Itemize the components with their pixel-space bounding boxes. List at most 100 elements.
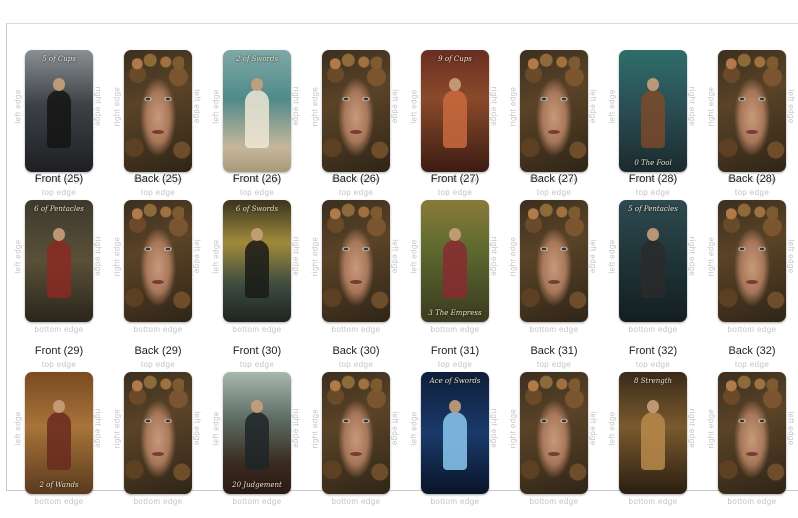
left-edge-label: left edge [211,411,221,446]
card-back-image[interactable] [718,50,786,172]
bottom-edge-label: bottom edge [430,497,480,506]
print-sheet: bottom edge left edge 5 of Cups right edge b… [6,23,798,506]
right-edge-label: right edge [93,408,103,449]
card-title: Back (25) [134,173,182,185]
left-edge-label: left edge [409,411,419,446]
card-figure-head [53,400,65,413]
back-mouth [152,452,164,456]
card-front-image[interactable]: 6 of Swords [223,200,291,322]
left-edge-label: left edge [192,239,202,274]
right-edge-label: right edge [706,408,716,449]
right-edge-label: right edge [310,408,320,449]
card-figure [443,90,467,148]
back-mouth [746,452,758,456]
card-front-image[interactable]: 8 Strength [619,372,687,494]
card-front-image[interactable]: Ace of Swords [421,372,489,494]
card-front-cell: bottom edge left edge 0 The Fool right edge [607,24,697,196]
card-front-image[interactable]: 20 Judgement [223,372,291,494]
top-edge-label: top edge [437,360,473,369]
card-name-label: 2 of Swords [235,55,279,63]
back-crown [330,203,382,221]
card-name-label: 2 of Wands [39,481,79,489]
card-back-image[interactable] [322,50,390,172]
left-edge-label: left edge [192,89,202,124]
card-front-cell: Front (30) top edge bottom edge left edge 20… [211,345,301,518]
left-edge-label: left edge [607,89,617,124]
card-title: Back (28) [728,173,776,185]
left-edge-label: left edge [588,411,598,446]
card-back-image[interactable] [322,200,390,322]
card-front-image[interactable]: 2 of Swords [223,50,291,172]
card-figure-head [53,78,65,91]
back-eyes [735,96,769,102]
right-edge-label: right edge [112,86,122,127]
card-name-label: 20 Judgement [232,481,282,489]
card-name-label: 5 of Pentacles [628,205,678,213]
back-crown [528,53,580,71]
card-back-image[interactable] [718,200,786,322]
top-edge-label: top edge [536,188,572,197]
back-mouth [350,452,362,456]
card-title: Front (26) [232,173,282,185]
left-edge-label: left edge [390,411,400,446]
bottom-edge-label: bottom edge [529,325,579,334]
bottom-edge-label: bottom edge [727,325,777,334]
card-front-image[interactable]: 2 of Wands [25,372,93,494]
card-front-cell: Front (26) top edge bottom edge left edge 6 … [212,173,301,346]
card-figure [443,240,467,298]
card-title: Front (28) [628,173,678,185]
right-edge-label: right edge [687,236,697,277]
right-edge-label: right edge [489,408,499,449]
card-back-image[interactable] [124,372,192,494]
back-eyes [537,96,571,102]
card-name-label: Ace of Swords [429,377,481,385]
back-crown [132,53,184,71]
back-eyes [141,418,175,424]
top-edge-label: top edge [635,360,671,369]
card-back-image[interactable] [520,372,588,494]
card-front-cell: Front (28) top edge bottom edge left edge 5 … [608,173,697,346]
card-front-cell: bottom edge left edge 2 of Swords right edg… [212,24,301,196]
card-title: Front (30) [232,345,282,357]
back-eyes [141,246,175,252]
card-front-cell: Front (29) top edge bottom edge left edge 2 … [14,345,103,518]
right-edge-label: right edge [508,236,518,277]
card-back-image[interactable] [718,372,786,494]
card-back-cell: Back (27) top edge bottom edge right edge le… [508,173,598,346]
card-back-cell: Back (31) top edge bottom edge right edge le… [509,345,598,518]
card-back-image[interactable] [520,50,588,172]
card-front-image[interactable]: 0 The Fool [619,50,687,172]
back-crown [132,375,184,393]
top-edge-label: top edge [437,188,473,197]
card-front-image[interactable]: 5 of Pentacles [619,200,687,322]
right-edge-label: right edge [93,236,103,277]
card-front-image[interactable]: 5 of Cups [25,50,93,172]
card-back-image[interactable] [322,372,390,494]
bottom-edge-label: bottom edge [232,325,282,334]
card-front-image[interactable]: 3 The Empress [421,200,489,322]
right-edge-label: right edge [508,86,518,127]
card-back-image[interactable] [124,50,192,172]
back-crown [726,203,778,221]
top-edge-label: top edge [239,360,275,369]
card-back-cell: Back (28) top edge bottom edge right edge le… [707,173,796,346]
top-edge-label: top edge [734,188,770,197]
card-title: Back (30) [332,345,380,357]
card-front-image[interactable]: 6 of Pentacles [25,200,93,322]
card-back-cell: Back (26) top edge bottom edge right edge le… [311,173,400,346]
card-back-image[interactable] [124,200,192,322]
card-figure-head [251,400,263,413]
bottom-edge-label: bottom edge [628,325,678,334]
card-title: Front (31) [430,345,480,357]
card-front-image[interactable]: 9 of Cups [421,50,489,172]
back-crown [528,203,580,221]
right-edge-label: right edge [291,408,301,449]
card-back-image[interactable] [520,200,588,322]
left-edge-label: left edge [13,239,23,274]
card-title: Back (27) [530,173,578,185]
back-eyes [339,96,373,102]
card-back-cell: Back (32) top edge bottom edge right edge le… [706,345,796,518]
bottom-edge-label: bottom edge [331,325,381,334]
back-eyes [141,96,175,102]
top-edge-label: top edge [734,360,770,369]
